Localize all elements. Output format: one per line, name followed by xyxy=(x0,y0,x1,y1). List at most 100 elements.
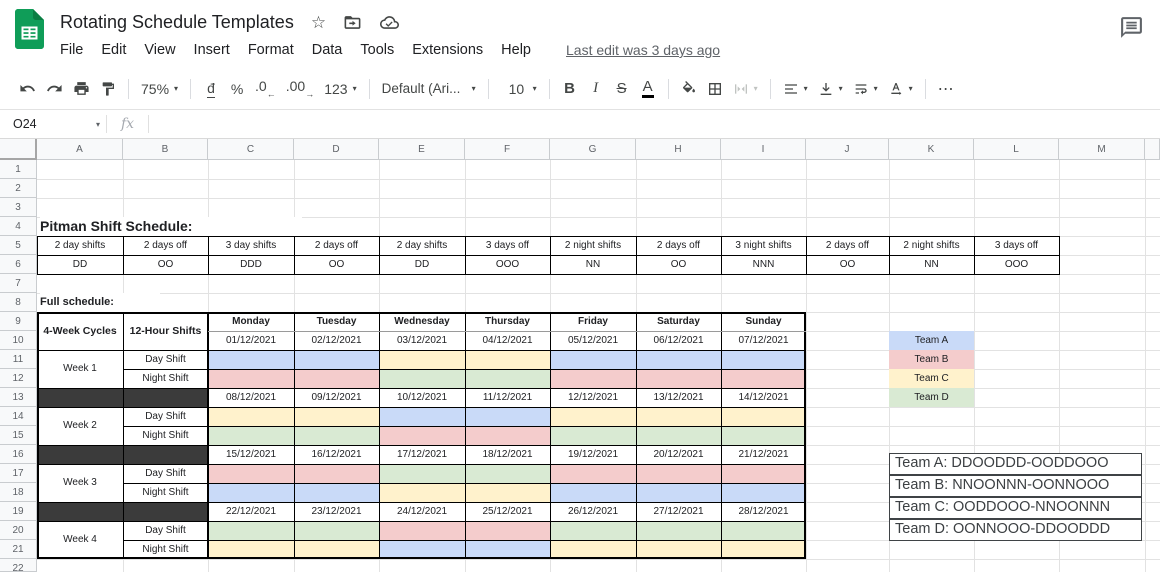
pitman-cell[interactable]: OO xyxy=(806,255,889,274)
team-legend-cell[interactable]: Team B xyxy=(889,350,974,369)
format-currency-button[interactable]: đ xyxy=(198,75,224,103)
shift-cell-team-B[interactable] xyxy=(379,521,465,540)
shift-label-cell[interactable]: Day Shift xyxy=(123,521,208,540)
strikethrough-button[interactable]: S xyxy=(609,75,635,103)
row-header-21[interactable]: 21 xyxy=(0,540,37,559)
team-pattern-box[interactable]: Team A: DDOODDD-OODDOOO xyxy=(889,453,1142,475)
shift-cell-team-A[interactable] xyxy=(294,350,379,369)
shift-cell-team-B[interactable] xyxy=(208,369,294,388)
team-legend-cell[interactable]: Team A xyxy=(889,331,974,350)
shift-cell-team-A[interactable] xyxy=(721,350,806,369)
shift-cell-team-A[interactable] xyxy=(550,350,636,369)
date-cell[interactable]: 25/12/2021 xyxy=(465,502,550,521)
week-label-cell[interactable]: Week 4 xyxy=(37,521,123,559)
row-header-15[interactable]: 15 xyxy=(0,426,37,445)
shift-cell-team-C[interactable] xyxy=(465,483,550,502)
pitman-cell[interactable]: 3 day shifts xyxy=(208,236,294,255)
shift-cell-team-A[interactable] xyxy=(636,483,721,502)
full-schedule-title[interactable]: Full schedule: xyxy=(40,293,160,312)
pitman-cell[interactable]: 2 days off xyxy=(636,236,721,255)
shift-cell-team-A[interactable] xyxy=(636,350,721,369)
shift-cell-team-D[interactable] xyxy=(721,426,806,445)
column-header-L[interactable]: L xyxy=(974,139,1059,160)
pitman-cell[interactable]: 2 days off xyxy=(806,236,889,255)
row-header-14[interactable]: 14 xyxy=(0,407,37,426)
shift-cell-team-B[interactable] xyxy=(208,464,294,483)
shift-label-cell[interactable]: Day Shift xyxy=(123,407,208,426)
borders-button[interactable] xyxy=(702,75,728,103)
menu-edit[interactable]: Edit xyxy=(92,42,135,58)
team-pattern-box[interactable]: Team B: NNOONNN-OONNOOO xyxy=(889,475,1142,497)
shift-cell-team-D[interactable] xyxy=(550,521,636,540)
row-header-7[interactable]: 7 xyxy=(0,274,37,293)
increase-decimal-button[interactable]: .00 → xyxy=(281,75,319,103)
shift-cell-team-C[interactable] xyxy=(721,407,806,426)
pitman-cell[interactable]: NN xyxy=(550,255,636,274)
row-header-16[interactable]: 16 xyxy=(0,445,37,464)
date-cell[interactable]: 14/12/2021 xyxy=(721,388,806,407)
menu-view[interactable]: View xyxy=(135,42,184,58)
date-cell[interactable]: 19/12/2021 xyxy=(550,445,636,464)
day-header-cell[interactable]: Saturday xyxy=(636,312,721,331)
shift-cell-team-A[interactable] xyxy=(294,483,379,502)
bold-button[interactable]: B xyxy=(557,75,583,103)
column-header-G[interactable]: G xyxy=(550,139,636,160)
row-header-20[interactable]: 20 xyxy=(0,521,37,540)
row-header-9[interactable]: 9 xyxy=(0,312,37,331)
column-header-I[interactable]: I xyxy=(721,139,806,160)
team-legend-cell[interactable]: Team D xyxy=(889,388,974,407)
date-cell[interactable]: 23/12/2021 xyxy=(294,502,379,521)
team-pattern-box[interactable]: Team D: OONNOOO-DDOODDD xyxy=(889,519,1142,541)
shift-label-cell[interactable]: Night Shift xyxy=(123,426,208,445)
week-label-cell[interactable]: Week 1 xyxy=(37,350,123,388)
shifts-header-cell[interactable]: 12-Hour Shifts xyxy=(123,312,208,350)
shift-cell-team-C[interactable] xyxy=(379,350,465,369)
column-header-A[interactable]: A xyxy=(37,139,123,160)
pitman-cell[interactable]: 2 days off xyxy=(294,236,379,255)
sheets-logo-icon[interactable] xyxy=(15,9,44,49)
shift-label-cell[interactable]: Day Shift xyxy=(123,464,208,483)
row-header-11[interactable]: 11 xyxy=(0,350,37,369)
day-header-cell[interactable]: Friday xyxy=(550,312,636,331)
print-button[interactable] xyxy=(68,75,95,103)
shift-cell-team-B[interactable] xyxy=(636,464,721,483)
row-header-4[interactable]: 4 xyxy=(0,217,37,236)
shift-cell-team-A[interactable] xyxy=(550,483,636,502)
move-to-folder-icon[interactable] xyxy=(343,13,362,32)
shift-cell-team-B[interactable] xyxy=(721,464,806,483)
star-icon[interactable]: ☆ xyxy=(311,14,326,31)
fill-color-button[interactable] xyxy=(676,75,702,103)
menu-file[interactable]: File xyxy=(51,42,92,58)
date-cell[interactable]: 16/12/2021 xyxy=(294,445,379,464)
shift-cell-team-A[interactable] xyxy=(208,350,294,369)
date-cell[interactable]: 07/12/2021 xyxy=(721,331,806,350)
column-header-D[interactable]: D xyxy=(294,139,379,160)
name-box[interactable]: O24 ▾ xyxy=(0,110,106,138)
row-header-1[interactable]: 1 xyxy=(0,160,37,179)
date-cell[interactable]: 02/12/2021 xyxy=(294,331,379,350)
date-cell[interactable]: 27/12/2021 xyxy=(636,502,721,521)
week-label-cell[interactable]: Week 2 xyxy=(37,407,123,445)
pitman-cell[interactable]: DDD xyxy=(208,255,294,274)
menu-insert[interactable]: Insert xyxy=(185,42,239,58)
shift-cell-team-A[interactable] xyxy=(465,407,550,426)
column-header-H[interactable]: H xyxy=(636,139,721,160)
shift-cell-team-D[interactable] xyxy=(208,426,294,445)
shift-cell-team-B[interactable] xyxy=(294,369,379,388)
text-wrap-button[interactable]: ▾ xyxy=(848,75,883,103)
formula-input[interactable] xyxy=(149,110,1160,138)
shift-cell-team-D[interactable] xyxy=(465,464,550,483)
shift-label-cell[interactable]: Day Shift xyxy=(123,350,208,369)
date-cell[interactable]: 26/12/2021 xyxy=(550,502,636,521)
team-pattern-box[interactable]: Team C: OODDOOO-NNOONNN xyxy=(889,497,1142,519)
day-header-cell[interactable]: Monday xyxy=(208,312,294,331)
font-size-select[interactable]: 10 ▾ xyxy=(496,75,542,103)
row-header-10[interactable]: 10 xyxy=(0,331,37,350)
menu-format[interactable]: Format xyxy=(239,42,303,58)
shift-cell-team-D[interactable] xyxy=(721,521,806,540)
pitman-cell[interactable]: 2 days off xyxy=(123,236,208,255)
day-header-cell[interactable]: Sunday xyxy=(721,312,806,331)
date-cell[interactable]: 15/12/2021 xyxy=(208,445,294,464)
pitman-cell[interactable]: OO xyxy=(636,255,721,274)
pitman-cell[interactable]: OO xyxy=(123,255,208,274)
